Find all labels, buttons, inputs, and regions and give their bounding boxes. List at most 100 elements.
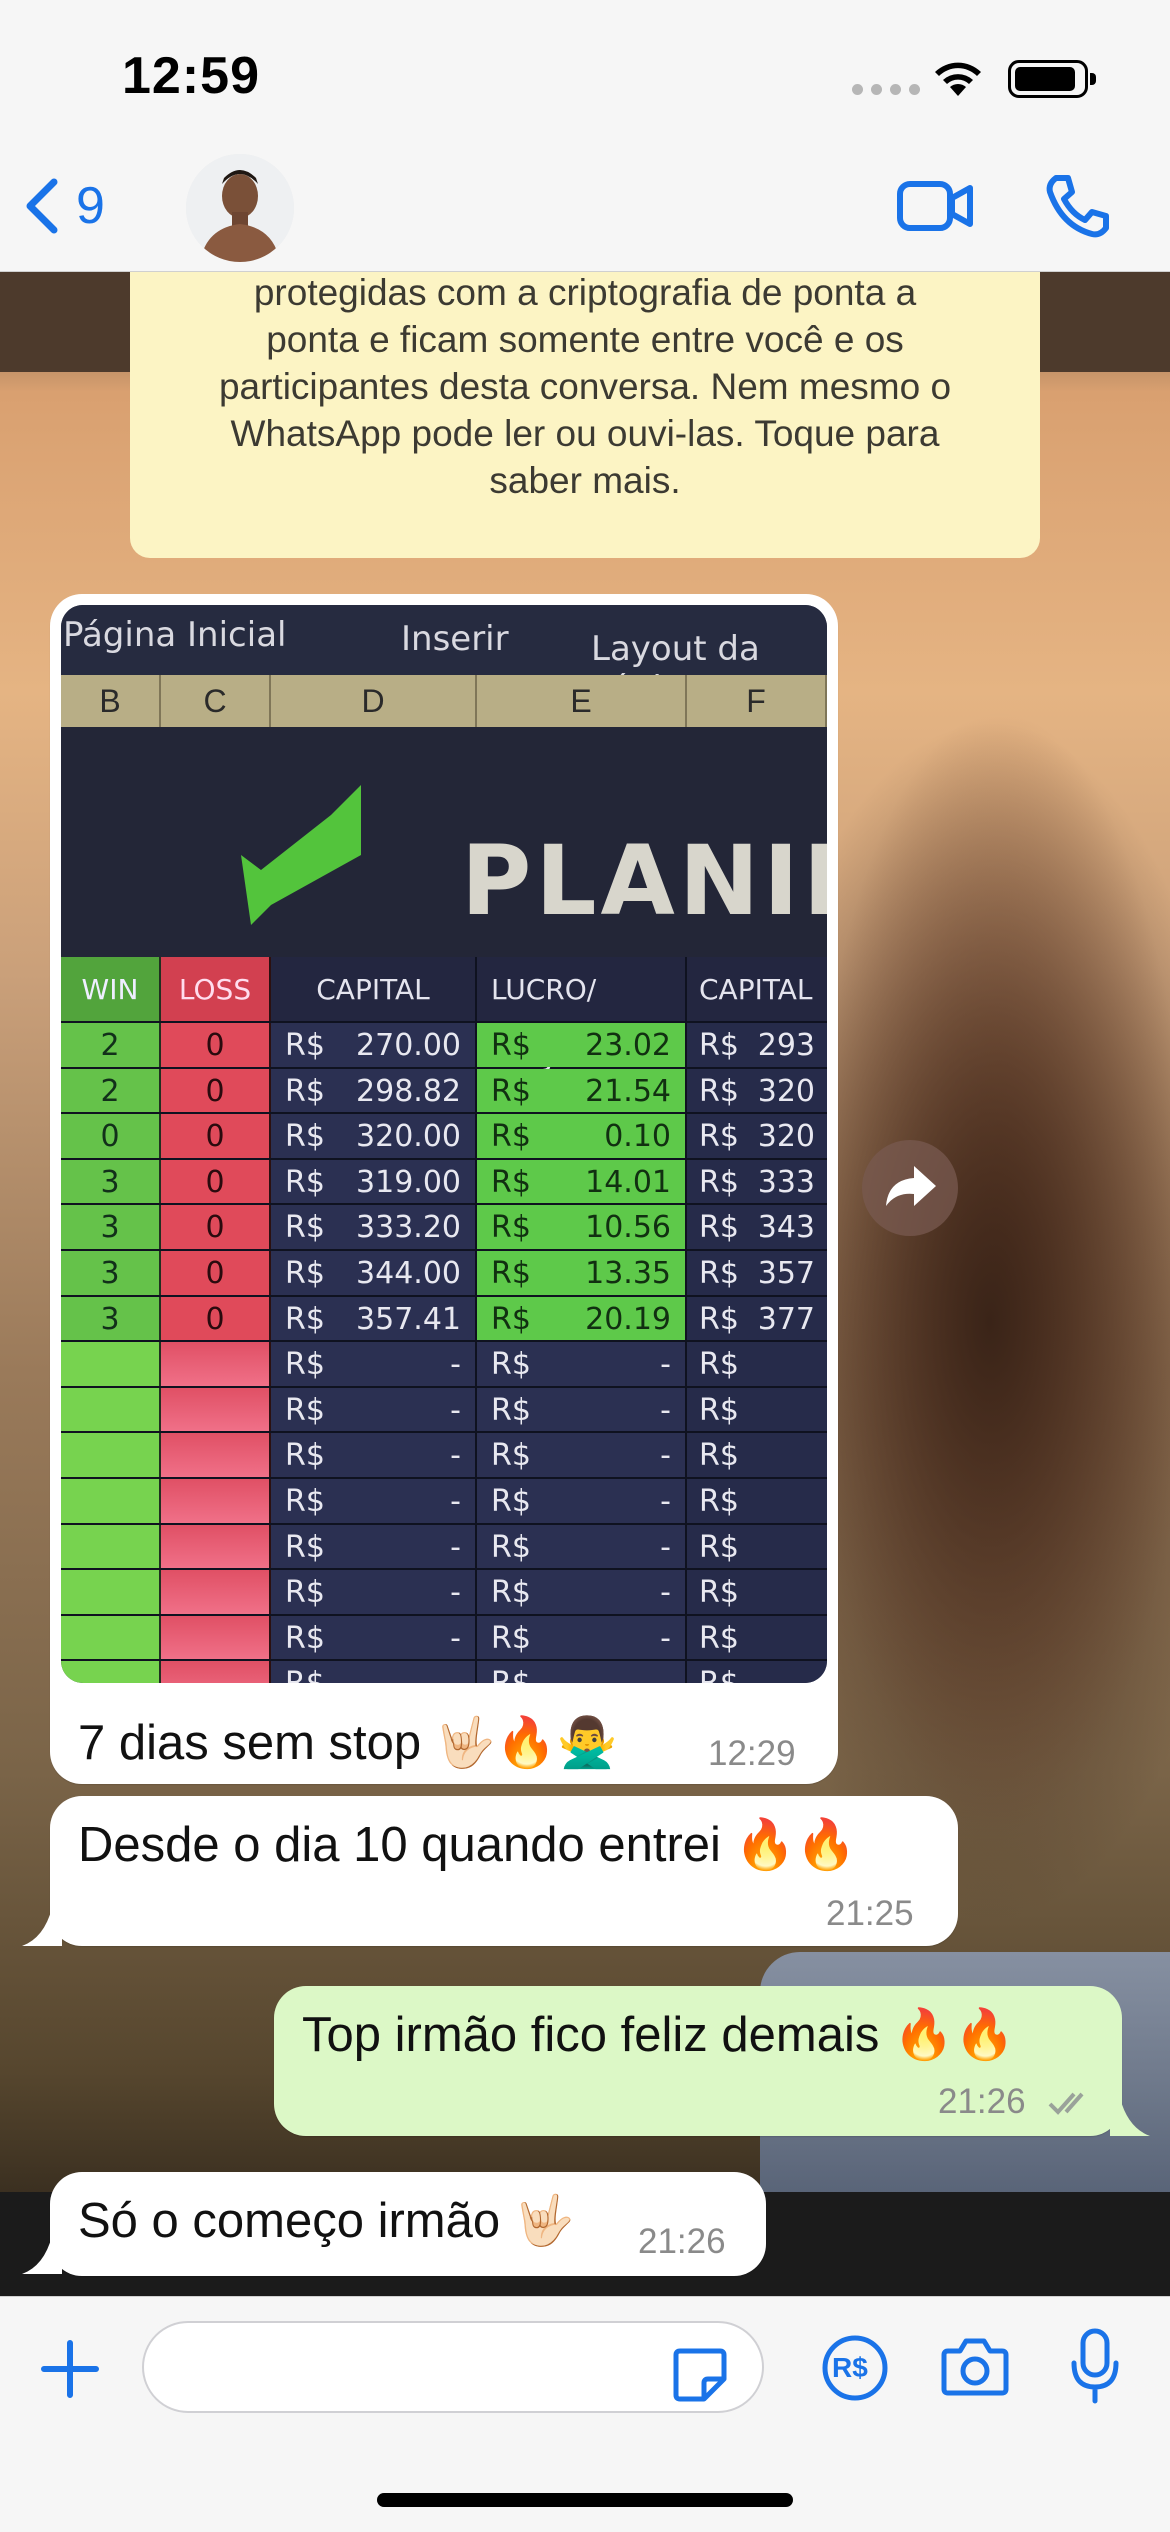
final-capital-cell: R$ 293 (687, 1023, 827, 1067)
currency-symbol: R$ (285, 1164, 325, 1200)
win-cell (61, 1661, 161, 1683)
loss-cell (161, 1387, 271, 1432)
sticker-icon[interactable] (670, 2345, 730, 2405)
message-text: Top irmão fico feliz demais 🔥🔥 (302, 2008, 1015, 2062)
profit-cell: R$ 10.56 (477, 1205, 687, 1249)
win-cell (61, 1433, 161, 1477)
capital-cell: R$ - (271, 1433, 477, 1477)
profit-cell: R$ 23.02 (477, 1023, 687, 1067)
ribbon-tab: Inserir (401, 619, 509, 659)
contact-avatar[interactable] (186, 154, 294, 262)
currency-symbol: R$ (491, 1301, 531, 1337)
incoming-message[interactable]: Desde o dia 10 quando entrei 🔥🔥 21:25 (50, 1796, 958, 1946)
video-call-icon[interactable] (896, 176, 976, 236)
profit-cell: R$ - (477, 1342, 687, 1386)
currency-symbol: R$ (491, 1210, 531, 1246)
back-button[interactable]: 9 (22, 176, 105, 236)
chevron-left-icon (26, 178, 58, 234)
spreadsheet-row: 2 0 R$ 298.82 R$ 21.54 R$ 320 (61, 1068, 827, 1115)
cell-value: 319.00 (356, 1164, 461, 1200)
column-letter: B (61, 675, 161, 727)
profit-cell: R$ 14.01 (477, 1159, 687, 1204)
cell-value: 21.54 (585, 1073, 671, 1109)
currency-symbol: R$ (491, 1392, 531, 1428)
encryption-line: ponta e ficam somente entre você e os (266, 319, 904, 360)
image-message[interactable]: Página Inicial Inserir Layout da Pági B … (50, 594, 838, 1784)
camera-icon[interactable] (940, 2335, 1010, 2399)
chat-area[interactable]: protegidas com a criptografia de ponta a… (0, 272, 1170, 2296)
currency-symbol: R$ (285, 1347, 325, 1383)
message-time: 21:25 (826, 1894, 914, 1933)
header-cell: CAPITAL (271, 957, 477, 1021)
cell-value: - (660, 1392, 671, 1428)
cell-value: 333.20 (356, 1210, 461, 1246)
microphone-icon[interactable] (1070, 2327, 1120, 2407)
cell-value: - (450, 1392, 461, 1428)
currency-symbol: R$ (699, 1529, 739, 1565)
win-cell: 2 (61, 1068, 161, 1113)
currency-symbol: R$ (491, 1620, 531, 1656)
encryption-notice[interactable]: protegidas com a criptografia de ponta a… (130, 272, 1040, 558)
cell-value: 293 (757, 1028, 815, 1063)
currency-symbol: R$ (491, 1483, 531, 1519)
spreadsheet-row: 2 0 R$ 270.00 R$ 23.02 R$ 293 (61, 1023, 827, 1069)
spreadsheet-photo[interactable]: Página Inicial Inserir Layout da Pági B … (61, 605, 827, 1683)
currency-symbol: R$ (699, 1661, 739, 1683)
currency-symbol: R$ (699, 1347, 739, 1383)
spreadsheet-row: 3 0 R$ 344.00 R$ 13.35 R$ 357 (61, 1250, 827, 1297)
cell-value: - (660, 1483, 671, 1519)
loss-cell (161, 1342, 271, 1386)
profit-cell: R$ 20.19 (477, 1296, 687, 1341)
profit-cell: R$ - (477, 1615, 687, 1660)
home-indicator (377, 2493, 793, 2507)
spreadsheet-ribbon: Página Inicial Inserir Layout da Pági (61, 605, 827, 709)
message-composer: R$ (0, 2296, 1170, 2532)
cell-value: - (450, 1529, 461, 1565)
encryption-line: participantes desta conversa. Nem mesmo … (218, 366, 952, 407)
spreadsheet-row: 3 0 R$ 357.41 R$ 20.19 R$ 377 (61, 1296, 827, 1343)
cell-value: 320 (757, 1073, 815, 1109)
win-cell (61, 1524, 161, 1569)
loss-cell (161, 1661, 271, 1683)
win-cell: 3 (61, 1296, 161, 1341)
forward-button[interactable] (862, 1140, 958, 1236)
status-time: 12:59 (122, 47, 260, 105)
cell-value: 298.82 (356, 1073, 461, 1109)
message-time: 21:26 (938, 2082, 1026, 2121)
spreadsheet-grid: WIN LOSS CAPITAL LUCRO/ PREJU CAPITAL F … (61, 957, 827, 1683)
currency-symbol: R$ (285, 1529, 325, 1565)
currency-symbol: R$ (699, 1210, 739, 1246)
currency-symbol: R$ (699, 1028, 739, 1063)
capital-cell: R$ - (271, 1615, 477, 1660)
currency-symbol: R$ (699, 1301, 739, 1337)
message-time: 21:26 (638, 2222, 726, 2261)
spreadsheet-row: R$-R$-R$ (61, 1478, 827, 1525)
phone-call-icon[interactable] (1042, 172, 1112, 242)
person-photo-icon (186, 154, 294, 262)
win-cell: 2 (61, 1023, 161, 1067)
capital-cell: R$ 319.00 (271, 1159, 477, 1204)
currency-symbol: R$ (491, 1073, 531, 1109)
final-capital-cell: R$ 320 (687, 1068, 827, 1113)
profit-cell: R$ 13.35 (477, 1250, 687, 1295)
plus-icon[interactable] (38, 2337, 102, 2401)
capital-cell: R$ - (271, 1570, 477, 1614)
currency-symbol: R$ (285, 1073, 325, 1109)
currency-label: R$ (832, 2352, 868, 2383)
outgoing-message[interactable]: Top irmão fico feliz demais 🔥🔥 21:26 (274, 1986, 1122, 2136)
incoming-message[interactable]: Só o começo irmão 🤟🏻 21:26 (50, 2172, 766, 2276)
profit-cell: R$ - (477, 1433, 687, 1477)
cellular-signal-icon (852, 84, 920, 95)
message-text: 7 dias sem stop 🤟🏻🔥🙅‍♂️ (78, 1716, 618, 1770)
spreadsheet-row: R$-R$-R$ (61, 1661, 827, 1683)
final-capital-cell: R$ 357 (687, 1250, 827, 1295)
cell-value: 333 (757, 1164, 815, 1200)
profit-cell: R$ 0.10 (477, 1114, 687, 1158)
encryption-line: WhatsApp pode ler ou ouvi-las. Toque par… (230, 413, 940, 454)
spreadsheet-row: 3 0 R$ 333.20 R$ 10.56 R$ 343 (61, 1205, 827, 1251)
win-cell: 3 (61, 1250, 161, 1295)
cell-value: - (450, 1483, 461, 1519)
capital-cell: R$ 357.41 (271, 1296, 477, 1341)
forward-arrow-icon (886, 1166, 936, 1206)
payment-button[interactable]: R$ (820, 2333, 890, 2408)
